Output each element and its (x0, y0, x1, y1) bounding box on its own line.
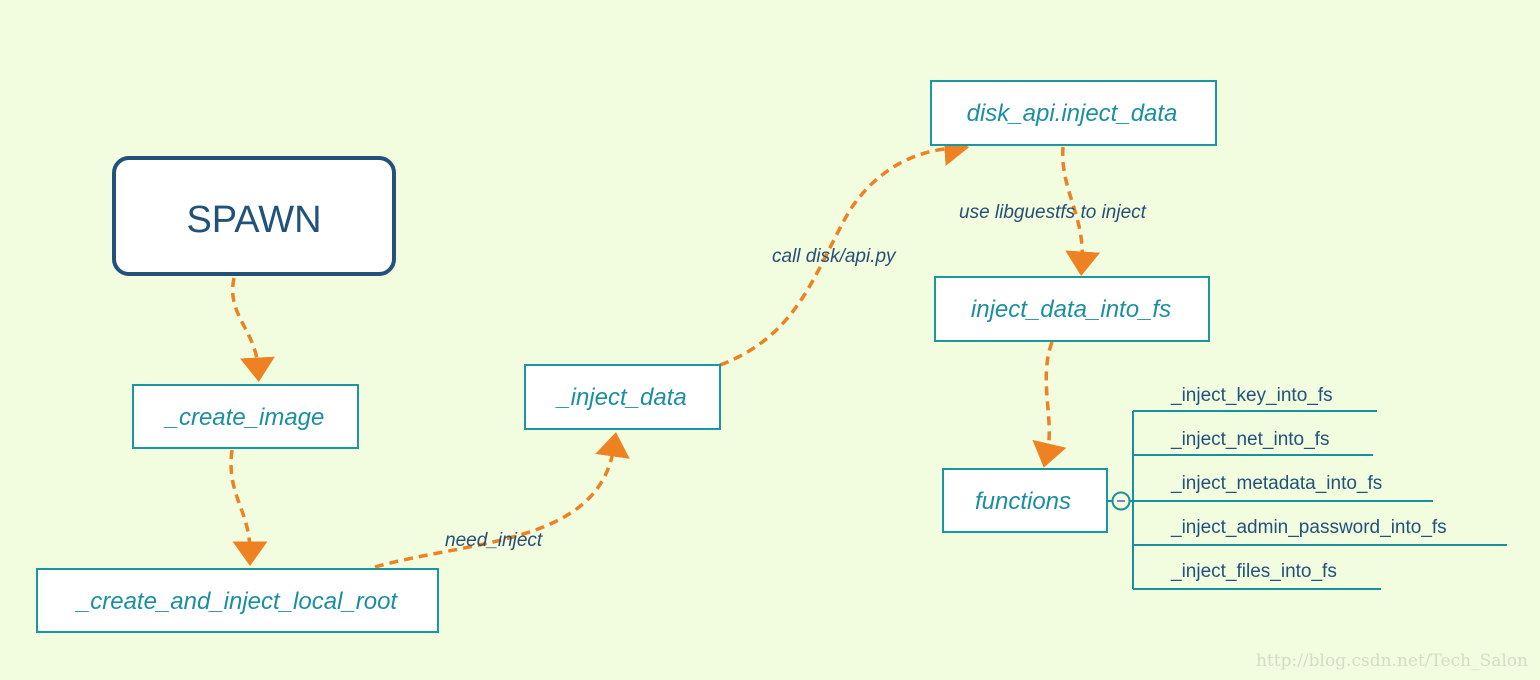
minus-circle-icon[interactable] (1107, 491, 1131, 511)
watermark: http://blog.csdn.net/Tech_Salon (1256, 651, 1528, 671)
node-functions[interactable]: functions (942, 468, 1108, 533)
node-label: _create_image (164, 404, 325, 431)
function-item[interactable]: _inject_net_into_fs (1170, 429, 1329, 450)
node-label: disk_api.inject_data (967, 100, 1178, 127)
edge-inject-into-fs-to-functions (1032, 341, 1067, 468)
node-label: _create_and_inject_local_root (75, 588, 399, 615)
node-label: inject_data_into_fs (971, 296, 1171, 323)
edge-label-call-disk-api: call disk/api.py (772, 246, 897, 267)
node-create-and-inject-local-root[interactable]: _create_and_inject_local_root (36, 568, 439, 633)
edge-spawn-to-create-image (230, 277, 275, 382)
edge-label-use-libguestfs: use libguestfs to inject (959, 202, 1147, 223)
edge-create-image-to-local-root (229, 449, 268, 566)
node-inject-data-into-fs[interactable]: inject_data_into_fs (934, 276, 1210, 342)
diagram: need_inject call disk/api.py use libgues… (36, 80, 1528, 671)
node-disk-api-inject-data[interactable]: disk_api.inject_data (930, 80, 1217, 146)
root-label: SPAWN (186, 199, 321, 241)
node-label: functions (975, 488, 1071, 515)
mindmap-canvas: need_inject call disk/api.py use libgues… (0, 0, 1540, 680)
function-item[interactable]: _inject_admin_password_into_fs (1170, 517, 1447, 538)
node-create-image[interactable]: _create_image (132, 384, 359, 449)
functions-children: _inject_key_into_fs _inject_net_into_fs … (1130, 385, 1507, 590)
node-label: _inject_data (555, 384, 686, 411)
node-inject-data[interactable]: _inject_data (524, 364, 721, 430)
function-item[interactable]: _inject_files_into_fs (1170, 561, 1337, 582)
function-item[interactable]: _inject_metadata_into_fs (1170, 473, 1382, 494)
root-node-spawn[interactable]: SPAWN (112, 156, 396, 276)
edge-label-need-inject: need_inject (445, 530, 543, 551)
function-item[interactable]: _inject_key_into_fs (1170, 385, 1333, 406)
